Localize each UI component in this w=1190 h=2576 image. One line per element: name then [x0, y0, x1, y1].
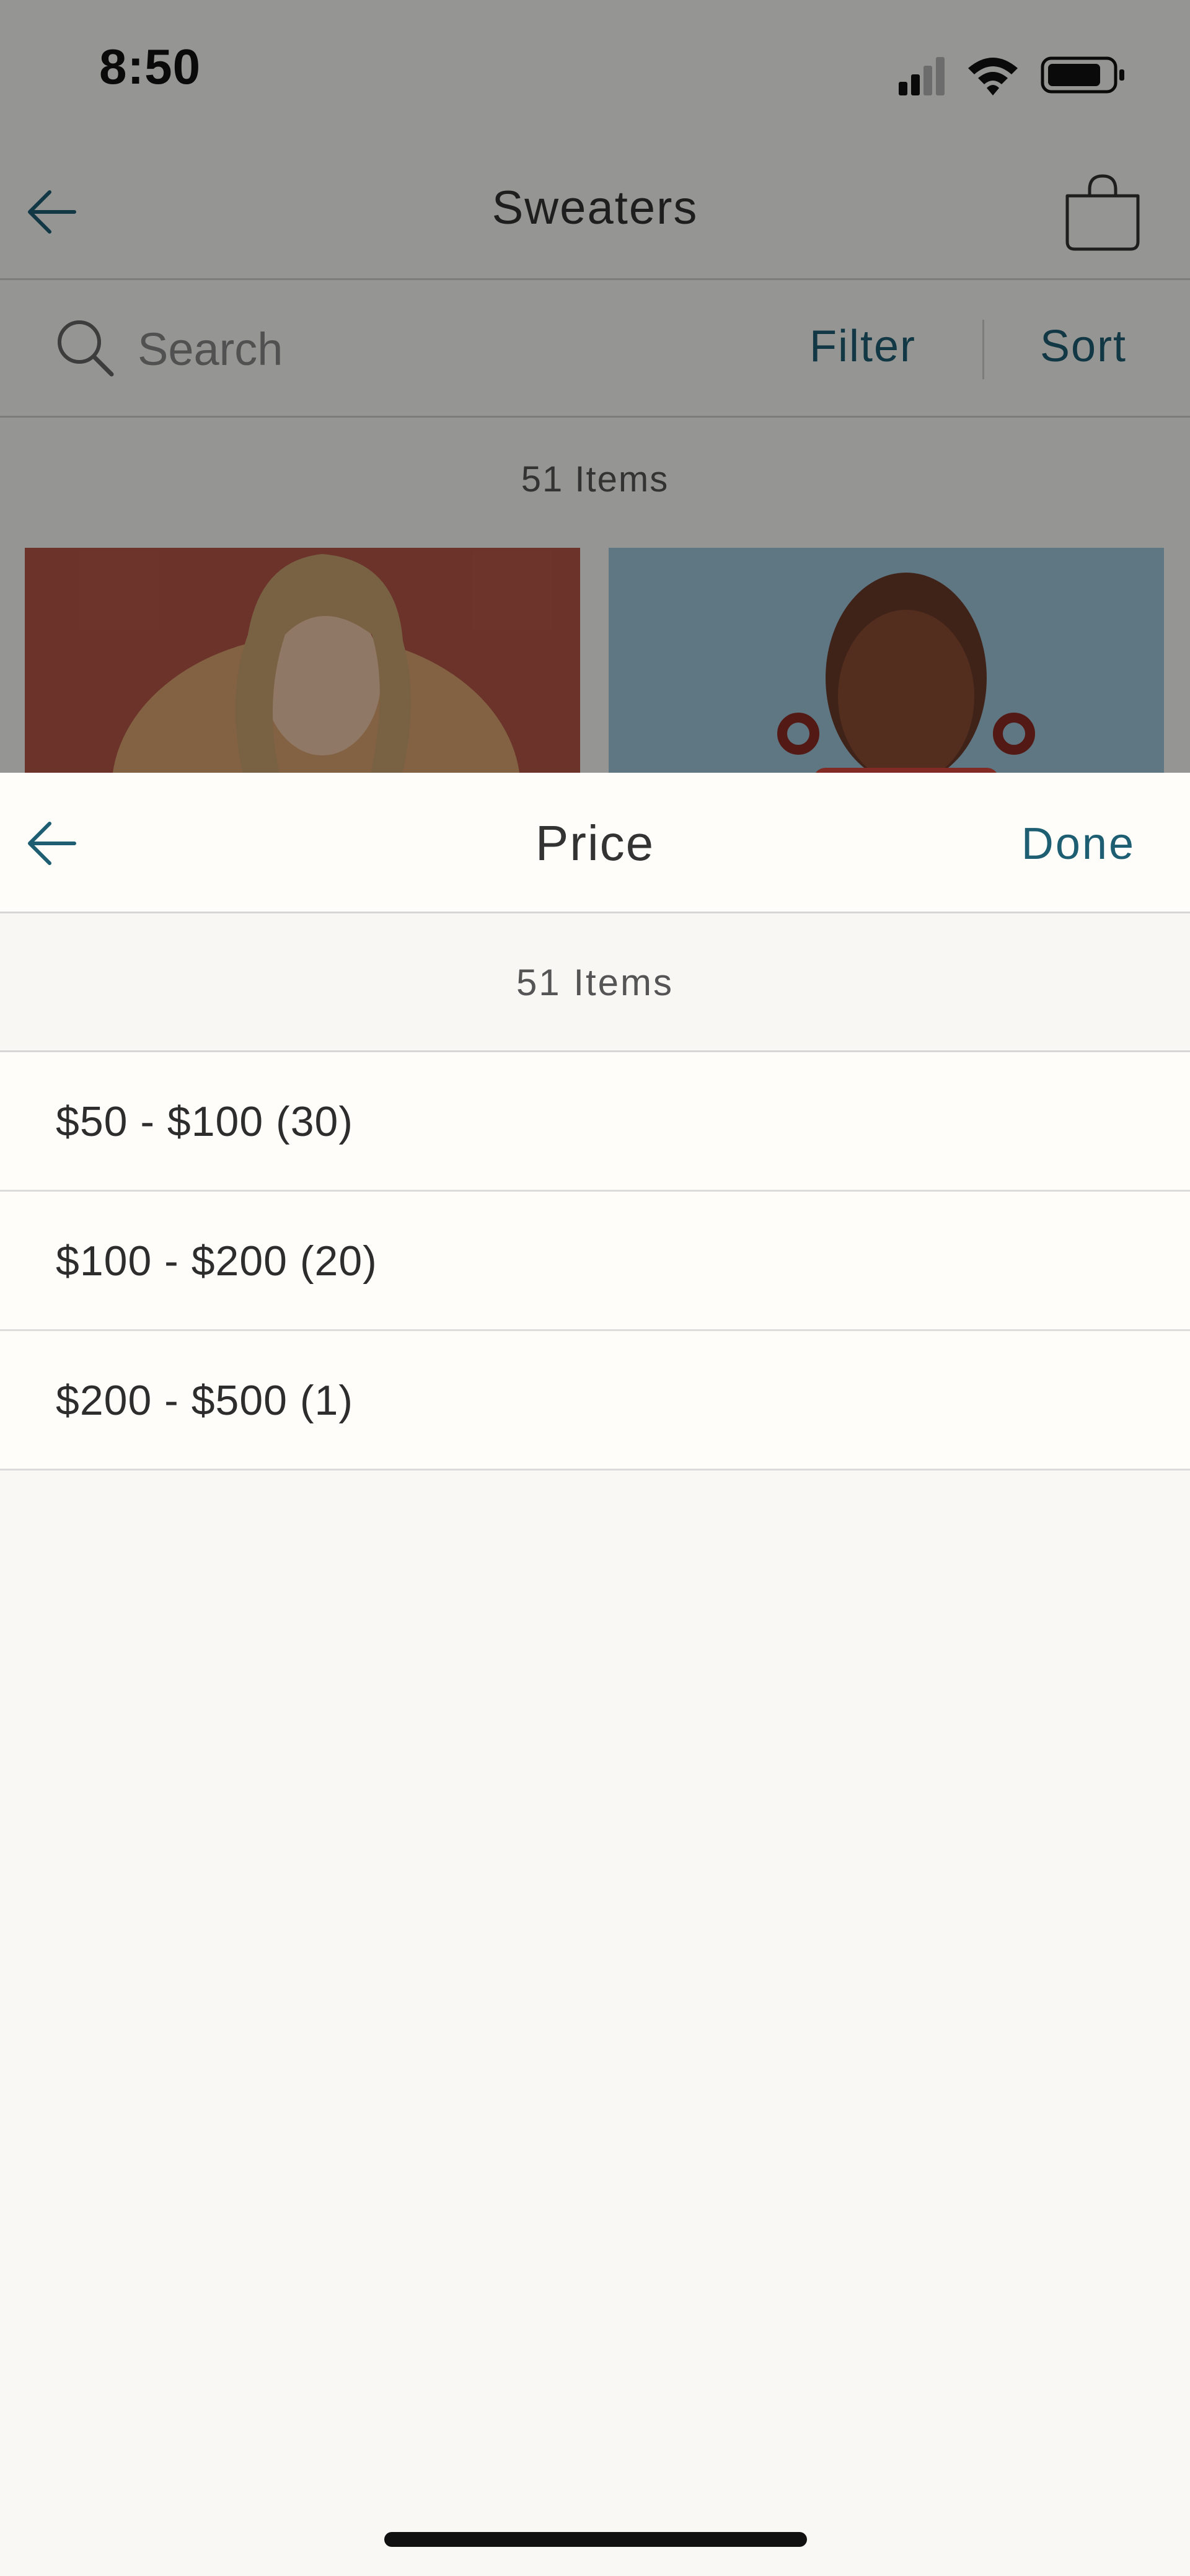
- dim-overlay[interactable]: [0, 0, 1190, 773]
- price-option-label: $200 - $500 (1): [56, 1377, 353, 1424]
- price-filter-sheet: Price Done 51 Items $50 - $100 (30) $100…: [0, 773, 1190, 2576]
- price-option[interactable]: $50 - $100 (30): [0, 1052, 1190, 1192]
- sheet-title: Price: [535, 815, 655, 871]
- price-option-list: $50 - $100 (30) $100 - $200 (20) $200 - …: [0, 1052, 1190, 1470]
- screen: 8:50 Sweaters Search Filter Sort 51 Item…: [0, 0, 1190, 2576]
- product-list-page: 8:50 Sweaters Search Filter Sort 51 Item…: [0, 0, 1190, 773]
- price-option-label: $100 - $200 (20): [56, 1237, 377, 1285]
- price-option-label: $50 - $100 (30): [56, 1098, 353, 1145]
- done-button[interactable]: Done: [1021, 819, 1135, 869]
- price-option[interactable]: $200 - $500 (1): [0, 1331, 1190, 1470]
- sheet-header: Price Done: [0, 773, 1190, 913]
- home-indicator: [384, 2532, 807, 2547]
- price-option[interactable]: $100 - $200 (20): [0, 1192, 1190, 1331]
- item-count: 51 Items: [0, 913, 1190, 1052]
